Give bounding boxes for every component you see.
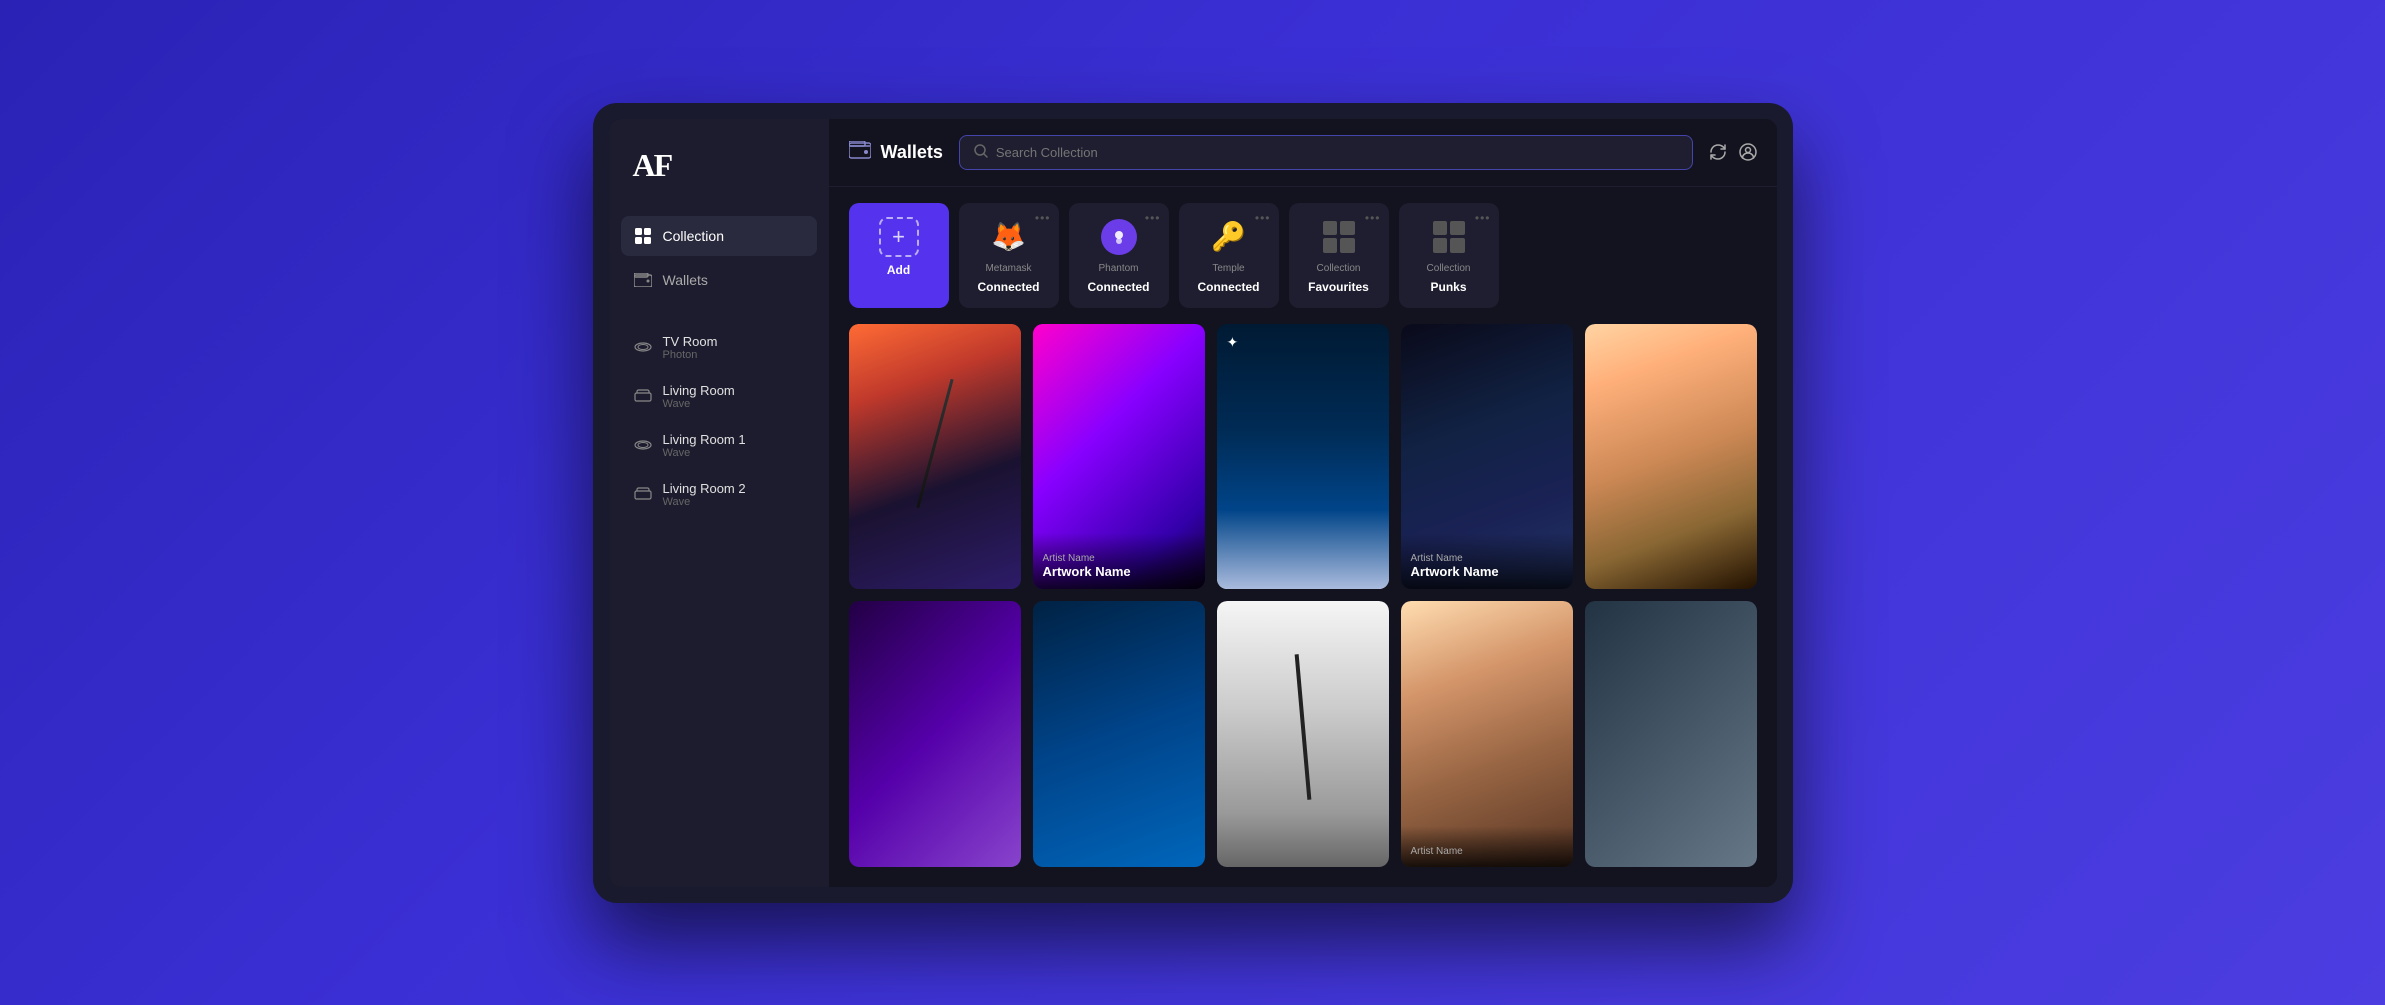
living-room-2-sub: Wave (663, 496, 746, 508)
header-title-area: Wallets (849, 141, 943, 164)
search-icon (974, 144, 988, 161)
sidebar-item-wallets-label: Wallets (663, 272, 708, 288)
favourites-grid-icon (1319, 217, 1359, 257)
living-room-icon (633, 386, 653, 406)
laptop-screen: AF Collection (609, 119, 1777, 887)
artwork-card-9[interactable]: Artist Name (1401, 601, 1573, 867)
living-room-1-info: Living Room 1 Wave (663, 432, 746, 459)
favourites-label: Favourites (1308, 280, 1369, 294)
room-item-living-room-2[interactable]: Living Room 2 Wave (621, 471, 817, 518)
artwork-card-1[interactable] (849, 324, 1021, 590)
app-container: AF Collection (609, 119, 1777, 887)
living-room-1-name: Living Room 1 (663, 432, 746, 447)
wallet-card-metamask[interactable]: ••• 🦊 Metamask Connected (959, 203, 1059, 308)
tv-room-info: TV Room Photon (663, 334, 718, 361)
punks-label-top: Collection (1427, 263, 1471, 274)
sidebar-item-wallets[interactable]: Wallets (621, 260, 817, 300)
living-room-1-sub: Wave (663, 447, 746, 459)
sidebar-logo: AF (621, 139, 817, 208)
living-room-2-info: Living Room 2 Wave (663, 481, 746, 508)
wallet-card-phantom[interactable]: ••• Phantom Connected (1069, 203, 1169, 308)
wallet-card-punks[interactable]: ••• Collection Punks (1399, 203, 1499, 308)
punks-dots[interactable]: ••• (1475, 211, 1491, 225)
wallets-icon (633, 270, 653, 290)
main-content: Wallets (829, 119, 1777, 887)
artwork-card-7[interactable] (1033, 601, 1205, 867)
wallets-section: + Add ••• 🦊 Metamask Connected ••• (829, 187, 1777, 324)
tv-room-icon (633, 337, 653, 357)
artwork-card-10[interactable] (1585, 601, 1757, 867)
sidebar-item-collection-label: Collection (663, 228, 724, 244)
header: Wallets (829, 119, 1777, 187)
tv-room-name: TV Room (663, 334, 718, 349)
metamask-dots[interactable]: ••• (1035, 211, 1051, 225)
living-room-2-name: Living Room 2 (663, 481, 746, 496)
temple-dots[interactable]: ••• (1255, 211, 1271, 225)
logo-text: AF (633, 147, 672, 184)
artwork-name-2: Artwork Name (1043, 564, 1195, 579)
living-room-info: Living Room Wave (663, 383, 735, 410)
artwork-artist-4: Artist Name (1411, 553, 1563, 564)
add-plus-icon: + (879, 217, 919, 257)
punks-grid-icon (1429, 217, 1469, 257)
wallet-card-favourites[interactable]: ••• Collection Favourites (1289, 203, 1389, 308)
artwork-card-3[interactable]: ✦ (1217, 324, 1389, 590)
metamask-label-top: Metamask (985, 263, 1031, 274)
account-button[interactable] (1739, 143, 1757, 161)
phantom-label: Connected (1087, 280, 1149, 294)
artwork-name-4: Artwork Name (1411, 564, 1563, 579)
phantom-dots[interactable]: ••• (1145, 211, 1161, 225)
artwork-card-5[interactable] (1585, 324, 1757, 590)
sidebar-item-collection[interactable]: Collection (621, 216, 817, 256)
punks-label: Punks (1430, 280, 1466, 294)
artwork-card-6[interactable] (849, 601, 1021, 867)
metamask-icon: 🦊 (989, 217, 1029, 257)
artwork-overlay-4: Artist Name Artwork Name (1401, 533, 1573, 589)
sidebar-rooms: TV Room Photon Living Room (621, 324, 817, 518)
favourites-dots[interactable]: ••• (1365, 211, 1381, 225)
wallet-add-label: Add (887, 263, 910, 277)
room-item-living-room-1[interactable]: Living Room 1 Wave (621, 422, 817, 469)
artwork-card-4[interactable]: Artist Name Artwork Name (1401, 324, 1573, 590)
room-item-tv-room[interactable]: TV Room Photon (621, 324, 817, 371)
wallets-header-icon (849, 141, 871, 164)
search-bar[interactable] (959, 135, 1693, 170)
room-item-living-room[interactable]: Living Room Wave (621, 373, 817, 420)
living-room-2-icon (633, 484, 653, 504)
artwork-artist-2: Artist Name (1043, 553, 1195, 564)
artwork-grid: Artist Name Artwork Name ✦ (829, 324, 1777, 887)
collection-icon (633, 226, 653, 246)
wallet-card-temple[interactable]: ••• 🔑 Temple Connected (1179, 203, 1279, 308)
header-actions (1709, 143, 1757, 161)
living-room-name: Living Room (663, 383, 735, 398)
wallet-card-add[interactable]: + Add (849, 203, 949, 308)
sidebar-nav: Collection Wallets (621, 216, 817, 300)
refresh-button[interactable] (1709, 143, 1727, 161)
artwork-overlay-2: Artist Name Artwork Name (1033, 533, 1205, 589)
artwork-artist-9: Artist Name (1411, 846, 1563, 857)
artwork-card-2[interactable]: Artist Name Artwork Name (1033, 324, 1205, 590)
phantom-icon (1099, 217, 1139, 257)
search-input[interactable] (996, 145, 1678, 160)
metamask-label: Connected (977, 280, 1039, 294)
sparkle-icon: ✦ (1227, 334, 1239, 351)
sidebar: AF Collection (609, 119, 829, 887)
temple-icon: 🔑 (1209, 217, 1249, 257)
living-room-sub: Wave (663, 398, 735, 410)
phantom-label-top: Phantom (1098, 263, 1138, 274)
laptop-frame: AF Collection (593, 103, 1793, 903)
phantom-icon-inner (1101, 219, 1137, 255)
artwork-card-8[interactable] (1217, 601, 1389, 867)
living-room-1-icon (633, 435, 653, 455)
temple-label-top: Temple (1212, 263, 1244, 274)
header-title: Wallets (881, 142, 943, 163)
favourites-label-top: Collection (1317, 263, 1361, 274)
temple-label: Connected (1197, 280, 1259, 294)
tv-room-sub: Photon (663, 349, 718, 361)
artwork-overlay-9: Artist Name (1401, 826, 1573, 867)
